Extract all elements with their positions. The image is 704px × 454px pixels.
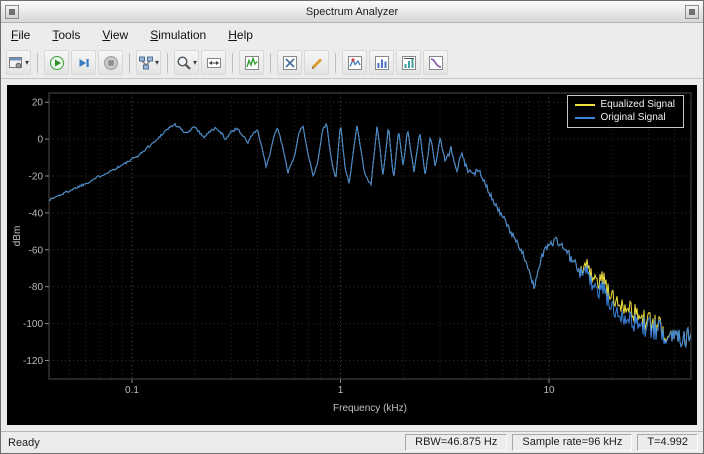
svg-text:20: 20 — [32, 98, 44, 109]
dropdown-caret-icon[interactable]: ▾ — [193, 58, 197, 67]
menu-help[interactable]: Help — [226, 26, 255, 44]
span-full-view-button[interactable] — [201, 50, 226, 75]
zoom-button[interactable]: ▾ — [174, 50, 199, 75]
legend-item-original[interactable]: Original Signal — [574, 112, 676, 123]
playback-options-button[interactable]: ▾ — [136, 50, 161, 75]
svg-text:10: 10 — [543, 385, 555, 396]
figure-area: 0.1 1 10 20 0 -20 -40 -60 -80 -100 -120 dBm Frequenc… — [1, 79, 703, 431]
toolbar-separator — [232, 52, 233, 73]
spectrum-plot[interactable]: 0.1 1 10 20 0 -20 -40 -60 -80 -100 -120 dBm Frequenc… — [7, 85, 697, 425]
svg-text:dBm: dBm — [12, 226, 23, 247]
dropdown-caret-icon[interactable]: ▾ — [155, 58, 159, 67]
channel-measurements-icon — [401, 55, 417, 71]
step-forward-button[interactable] — [71, 50, 96, 75]
cursor-measurements-icon — [282, 55, 298, 71]
run-button[interactable] — [44, 50, 69, 75]
svg-text:-100: -100 — [23, 319, 43, 330]
svg-text:-40: -40 — [29, 208, 44, 219]
legend-line-equalized-icon — [574, 103, 595, 106]
playback-options-icon — [138, 55, 154, 71]
legend-line-original-icon — [574, 116, 595, 119]
step-forward-icon — [76, 55, 92, 71]
channel-measurements-button[interactable] — [396, 50, 421, 75]
distortion-measurements-button[interactable] — [369, 50, 394, 75]
spectrum-view-button[interactable] — [239, 50, 264, 75]
svg-text:-20: -20 — [29, 172, 44, 183]
run-icon — [49, 55, 65, 71]
toolbar-separator — [129, 52, 130, 73]
status-rbw: RBW=46.875 Hz — [405, 434, 508, 451]
menu-tools[interactable]: Tools — [50, 26, 82, 44]
toolbar-separator — [37, 52, 38, 73]
status-ready: Ready — [8, 436, 40, 449]
toolbar: ▾ ▾ ▾ — [1, 47, 703, 79]
spectrum-analyzer-window: Spectrum Analyzer File Tools View Simulatio… — [0, 0, 704, 454]
legend-item-equalized[interactable]: Equalized Signal — [574, 99, 676, 110]
svg-text:Frequency (kHz): Frequency (kHz) — [333, 403, 407, 414]
legend-label-equalized: Equalized Signal — [600, 99, 676, 110]
legend[interactable]: Equalized Signal Original Signal — [566, 95, 684, 128]
menu-file[interactable]: File — [9, 26, 32, 44]
menu-bar: File Tools View Simulation Help — [1, 23, 703, 47]
svg-text:-80: -80 — [29, 282, 44, 293]
ccdf-measurements-button[interactable] — [423, 50, 448, 75]
menu-simulation[interactable]: Simulation — [148, 26, 208, 44]
toolbar-separator — [167, 52, 168, 73]
window-menu-button[interactable] — [5, 4, 19, 19]
stop-icon — [103, 55, 119, 71]
signal-statistics-icon — [309, 55, 325, 71]
status-sample-rate: Sample rate=96 kHz — [512, 434, 633, 451]
window-title: Spectrum Analyzer — [305, 5, 399, 18]
spectrum-view-icon — [244, 55, 260, 71]
svg-text:0.1: 0.1 — [125, 385, 139, 396]
svg-text:-120: -120 — [23, 356, 43, 367]
menu-view[interactable]: View — [100, 26, 130, 44]
window-close-button[interactable] — [685, 4, 699, 19]
peak-finder-icon — [347, 55, 363, 71]
peak-finder-button[interactable] — [342, 50, 367, 75]
zoom-icon — [176, 55, 192, 71]
cursor-measurements-button[interactable] — [277, 50, 302, 75]
scope-settings-button[interactable]: ▾ — [6, 50, 31, 75]
status-bar: Ready RBW=46.875 Hz Sample rate=96 kHz T… — [1, 431, 703, 453]
span-full-view-icon — [206, 55, 222, 71]
status-time: T=4.992 — [637, 434, 698, 451]
legend-label-original: Original Signal — [600, 112, 666, 123]
signal-statistics-button[interactable] — [304, 50, 329, 75]
distortion-measurements-icon — [374, 55, 390, 71]
plot-axes[interactable]: 0.1 1 10 20 0 -20 -40 -60 -80 -100 -120 dBm Frequenc… — [7, 85, 697, 430]
ccdf-measurements-icon — [428, 55, 444, 71]
dropdown-caret-icon[interactable]: ▾ — [25, 58, 29, 67]
svg-text:-60: -60 — [29, 245, 44, 256]
toolbar-separator — [335, 52, 336, 73]
stop-button[interactable] — [98, 50, 123, 75]
svg-text:0: 0 — [37, 135, 43, 146]
window-menu-icon — [9, 8, 15, 15]
scope-settings-icon — [8, 55, 24, 71]
svg-text:1: 1 — [338, 385, 344, 396]
close-icon — [689, 8, 695, 15]
title-bar[interactable]: Spectrum Analyzer — [1, 1, 703, 23]
toolbar-separator — [270, 52, 271, 73]
